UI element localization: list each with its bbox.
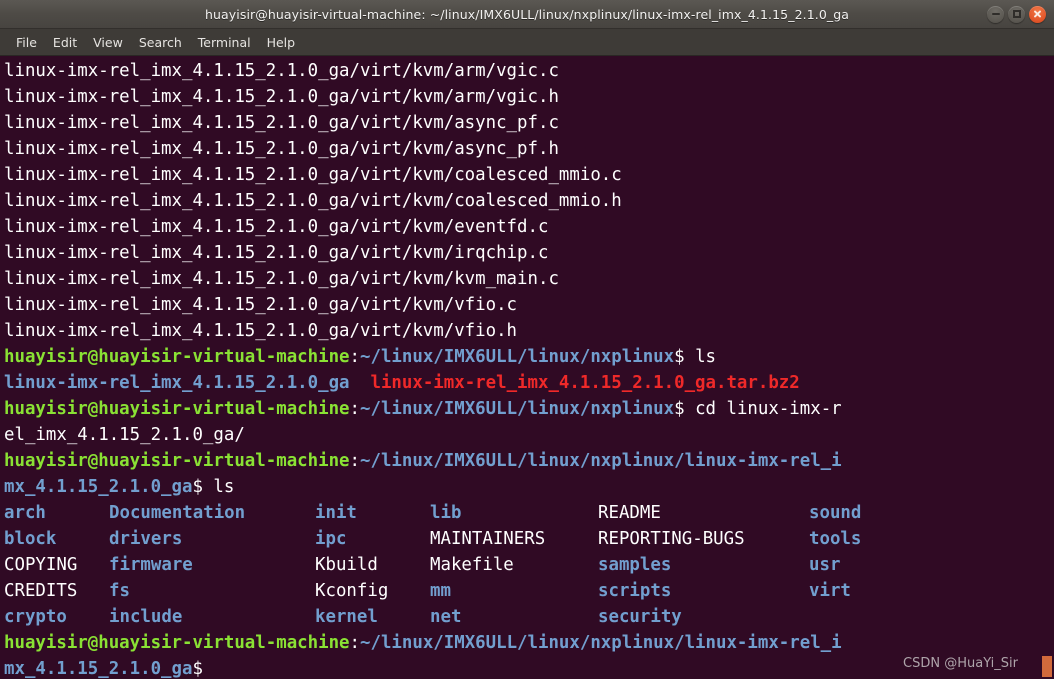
- menu-item-search[interactable]: Search: [131, 32, 190, 53]
- prompt-separator: :: [349, 347, 360, 367]
- ls-entry-archive: linux-imx-rel_imx_4.1.15_2.1.0_ga.tar.bz…: [370, 373, 800, 393]
- ls-entry: COPYING: [4, 555, 78, 575]
- prompt-path: ~/linux/IMX6ULL/linux/nxplinux: [360, 347, 675, 367]
- prompt-path: ~/linux/IMX6ULL/linux/nxplinux: [360, 399, 675, 419]
- ls-output-row: block drivers ipc MAINTAINERS REPORTING-…: [4, 526, 1054, 552]
- prompt-command-continued: el_imx_4.1.15_2.1.0_ga/: [4, 425, 245, 445]
- ls-entry: sound: [809, 503, 862, 523]
- ls-entry: kernel: [315, 607, 378, 627]
- ls-entry: Kbuild: [315, 555, 378, 575]
- output-line: linux-imx-rel_imx_4.1.15_2.1.0_ga/virt/k…: [4, 243, 549, 263]
- ls-entry: samples: [598, 555, 672, 575]
- prompt-line: huayisir@huayisir-virtual-machine:~/linu…: [4, 396, 1054, 422]
- ls-entry: mm: [430, 581, 451, 601]
- maximize-button[interactable]: [1008, 5, 1025, 23]
- prompt-path: ~/linux/IMX6ULL/linux/nxplinux/linux-imx…: [360, 633, 842, 653]
- ls-entry: net: [430, 607, 462, 627]
- prompt-line: huayisir@huayisir-virtual-machine:~/linu…: [4, 448, 1054, 474]
- ls-entry: CREDITS: [4, 581, 78, 601]
- prompt-command: ls: [213, 477, 235, 497]
- ls-entry: crypto: [4, 607, 67, 627]
- ls-entry: arch: [4, 503, 46, 523]
- ls-entry: init: [315, 503, 357, 523]
- ls-entry: block: [4, 529, 57, 549]
- ls-entry: ipc: [315, 529, 347, 549]
- output-line: linux-imx-rel_imx_4.1.15_2.1.0_ga/virt/k…: [4, 269, 559, 289]
- window-titlebar[interactable]: huayisir@huayisir-virtual-machine: ~/lin…: [0, 0, 1054, 29]
- prompt-line: huayisir@huayisir-virtual-machine:~/linu…: [4, 630, 1054, 656]
- output-line: linux-imx-rel_imx_4.1.15_2.1.0_ga/virt/k…: [4, 61, 559, 81]
- ls-entry: Documentation: [109, 503, 246, 523]
- window-title: huayisir@huayisir-virtual-machine: ~/lin…: [204, 6, 850, 22]
- ls-entry: Makefile: [430, 555, 514, 575]
- terminal-window: huayisir@huayisir-virtual-machine: ~/lin…: [0, 0, 1054, 679]
- prompt-line-wrap: mx_4.1.15_2.1.0_ga$ ls: [4, 474, 1054, 500]
- ls-entry: scripts: [598, 581, 672, 601]
- ls-entry: security: [598, 607, 682, 627]
- ls-output-row: arch Documentation init lib README sound: [4, 500, 1054, 526]
- prompt-dollar: $: [674, 399, 696, 419]
- prompt-user-host: huayisir@huayisir-virtual-machine: [4, 399, 350, 419]
- prompt-path: ~/linux/IMX6ULL/linux/nxplinux/linux-imx…: [360, 451, 842, 471]
- ls-output-line: linux-imx-rel_imx_4.1.15_2.1.0_ga linux-…: [4, 370, 1054, 396]
- ls-entry: firmware: [109, 555, 193, 575]
- output-line: linux-imx-rel_imx_4.1.15_2.1.0_ga/virt/k…: [4, 217, 549, 237]
- ls-entry: usr: [809, 555, 841, 575]
- prompt-separator: :: [349, 451, 360, 471]
- ls-entry: REPORTING-BUGS: [598, 529, 745, 549]
- output-line: linux-imx-rel_imx_4.1.15_2.1.0_ga/virt/k…: [4, 87, 559, 107]
- close-icon: [1033, 10, 1042, 19]
- output-line: linux-imx-rel_imx_4.1.15_2.1.0_ga/virt/k…: [4, 191, 622, 211]
- ls-output-row: CREDITS fs Kconfig mm scripts virt: [4, 578, 1054, 604]
- prompt-line-wrap: mx_4.1.15_2.1.0_ga$: [4, 656, 1054, 679]
- prompt-command: cd linux-imx-r: [695, 399, 842, 419]
- ls-gap: [350, 373, 371, 393]
- terminal-output-area[interactable]: linux-imx-rel_imx_4.1.15_2.1.0_ga/virt/k…: [0, 56, 1054, 679]
- minimize-button[interactable]: [987, 5, 1004, 23]
- close-button[interactable]: [1029, 5, 1046, 23]
- menu-item-help[interactable]: Help: [259, 32, 304, 53]
- output-line: linux-imx-rel_imx_4.1.15_2.1.0_ga/virt/k…: [4, 321, 518, 341]
- prompt-separator: :: [349, 399, 360, 419]
- ls-entry: drivers: [109, 529, 183, 549]
- output-line: linux-imx-rel_imx_4.1.15_2.1.0_ga/virt/k…: [4, 113, 559, 133]
- ls-output-row: crypto include kernel net security: [4, 604, 1054, 630]
- menu-bar: File Edit View Search Terminal Help: [0, 29, 1054, 56]
- prompt-dollar: $: [192, 659, 203, 679]
- menu-item-edit[interactable]: Edit: [45, 32, 85, 53]
- ls-entry: lib: [430, 503, 462, 523]
- ls-entry: include: [109, 607, 183, 627]
- ls-entry: virt: [809, 581, 851, 601]
- ls-entry: README: [598, 503, 661, 523]
- ls-entry: fs: [109, 581, 130, 601]
- prompt-line-wrap: el_imx_4.1.15_2.1.0_ga/: [4, 422, 1054, 448]
- prompt-dollar: $: [674, 347, 696, 367]
- prompt-user-host: huayisir@huayisir-virtual-machine: [4, 347, 350, 367]
- prompt-line: huayisir@huayisir-virtual-machine:~/linu…: [4, 344, 1054, 370]
- prompt-user-host: huayisir@huayisir-virtual-machine: [4, 451, 350, 471]
- minimize-icon: [991, 13, 1000, 15]
- prompt-command: ls: [695, 347, 717, 367]
- output-line: linux-imx-rel_imx_4.1.15_2.1.0_ga/virt/k…: [4, 165, 622, 185]
- ls-entry: tools: [809, 529, 862, 549]
- output-line: linux-imx-rel_imx_4.1.15_2.1.0_ga/virt/k…: [4, 139, 559, 159]
- menu-item-terminal[interactable]: Terminal: [190, 32, 259, 53]
- window-controls: [987, 0, 1046, 28]
- prompt-dollar: $: [192, 477, 214, 497]
- prompt-separator: :: [349, 633, 360, 653]
- menu-item-view[interactable]: View: [85, 32, 131, 53]
- ls-output-row: COPYING firmware Kbuild Makefile samples…: [4, 552, 1054, 578]
- text-cursor: [1042, 656, 1052, 677]
- ls-entry: MAINTAINERS: [430, 529, 546, 549]
- output-line: linux-imx-rel_imx_4.1.15_2.1.0_ga/virt/k…: [4, 295, 518, 315]
- menu-item-file[interactable]: File: [8, 32, 45, 53]
- maximize-icon: [1012, 10, 1021, 18]
- ls-entry: Kconfig: [315, 581, 389, 601]
- prompt-path-continued: mx_4.1.15_2.1.0_ga: [4, 477, 193, 497]
- ls-entry-directory: linux-imx-rel_imx_4.1.15_2.1.0_ga: [4, 373, 350, 393]
